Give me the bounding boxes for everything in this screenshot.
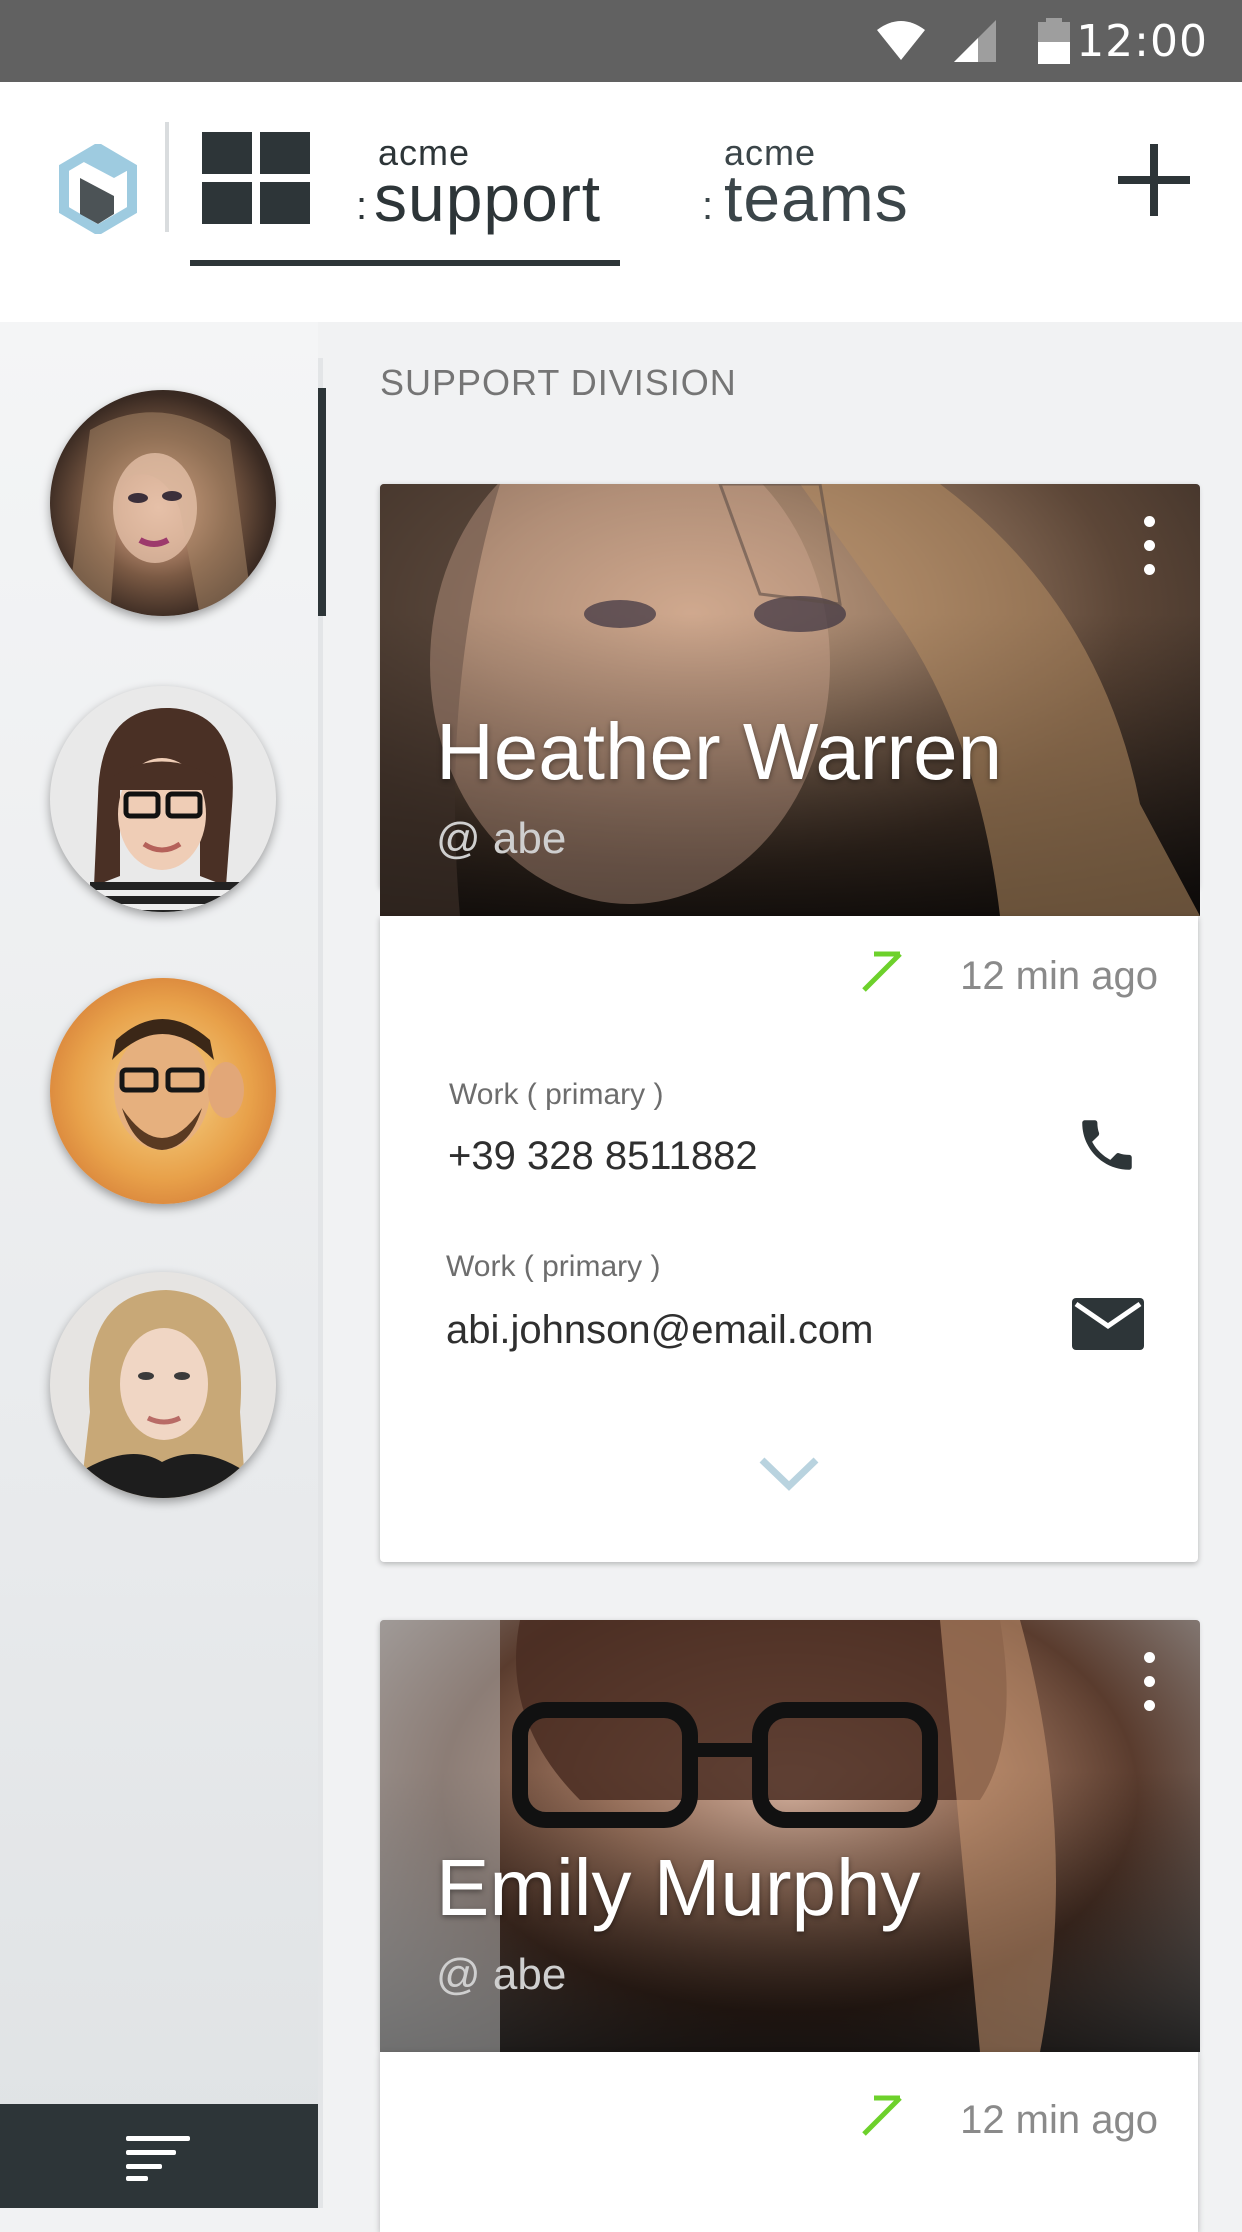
card-time: 12 min ago — [960, 954, 1158, 998]
email-label: Work ( primary ) — [446, 1250, 661, 1283]
acme-logo-icon[interactable] — [58, 144, 138, 234]
email-address[interactable]: abi.johnson@email.com — [446, 1308, 873, 1353]
tab-support[interactable]: acme : support — [190, 82, 620, 272]
avatar-bearded-man[interactable] — [50, 978, 276, 1204]
contact-card-details: 12 min ago Work ( primary ) +39 328 8511… — [380, 916, 1198, 1760]
sidebar-footer — [0, 2104, 318, 2208]
phone-number[interactable]: +39 328 8511882 — [448, 1134, 758, 1179]
avatar-image — [112, 1019, 244, 1150]
mail-icon[interactable] — [1072, 1298, 1144, 1350]
outgoing-arrow-icon — [862, 951, 902, 992]
card-name: Heather Warren — [436, 707, 1003, 796]
status-time: 12:00 — [1076, 16, 1208, 67]
card-handle: @ abe — [436, 1950, 567, 1999]
contact-card-emily-murphy[interactable]: Emily Murphy @ abe — [380, 1620, 1200, 2052]
card-handle: @ abe — [436, 814, 567, 863]
app-header: acme : support acme : teams — [0, 82, 1242, 322]
avatar-emily-murphy[interactable] — [50, 686, 276, 912]
chevron-down-icon[interactable] — [758, 1456, 820, 1492]
tab-teams-label: teams — [724, 161, 909, 235]
card-time: 12 min ago — [960, 2098, 1158, 2142]
avatar-image — [70, 412, 250, 616]
logo-divider — [165, 122, 169, 232]
outgoing-arrow-icon — [862, 2095, 902, 2136]
tab-support-colon: : — [356, 184, 368, 228]
contact-card-heather-warren[interactable]: Heather Warren @ abe — [380, 484, 1200, 916]
wifi-icon — [877, 21, 925, 60]
sidebar — [0, 322, 318, 2208]
avatar-image — [90, 707, 240, 912]
signal-icon — [954, 20, 996, 62]
filter-icon[interactable] — [126, 2136, 190, 2181]
avatar-blonde-woman[interactable] — [50, 1272, 276, 1498]
grid-icon — [202, 132, 312, 224]
card-hero-image: Heather Warren @ abe — [380, 484, 1200, 916]
tab-teams[interactable]: acme : teams — [690, 82, 930, 272]
phone-label: Work ( primary ) — [449, 1078, 664, 1111]
main-content: SUPPORT DIVISION Heather Warren @ abe 12… — [323, 322, 1242, 2232]
avatar-image — [80, 1290, 246, 1498]
battery-icon — [1038, 18, 1070, 64]
card-menu-icon[interactable] — [1142, 516, 1156, 576]
contact-card-details: 12 min ago — [380, 2052, 1198, 2232]
card-hero-image: Emily Murphy @ abe — [380, 1620, 1200, 2052]
card-menu-icon[interactable] — [1142, 1652, 1156, 1712]
add-button[interactable] — [1118, 144, 1190, 216]
tab-teams-colon: : — [702, 184, 714, 228]
status-bar: 12:00 — [0, 0, 1242, 82]
tab-support-underline — [190, 260, 620, 266]
phone-icon[interactable] — [1074, 1112, 1140, 1178]
avatar-heather-warren[interactable] — [50, 390, 276, 616]
tab-support-label: support — [374, 161, 602, 235]
section-title: SUPPORT DIVISION — [380, 362, 737, 403]
card-name: Emily Murphy — [436, 1843, 921, 1932]
